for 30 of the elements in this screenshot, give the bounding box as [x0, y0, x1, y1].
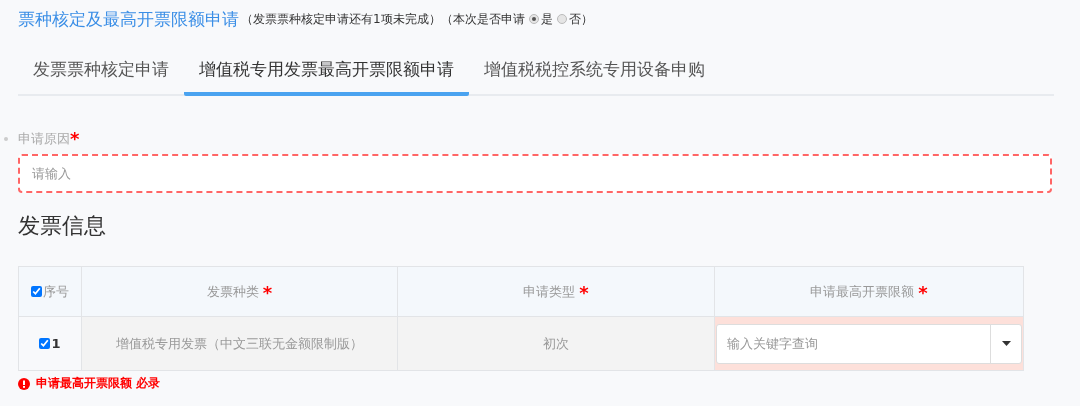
table-header: 序号 — [18, 266, 82, 317]
tab[interactable]: 增值税税控系统专用设备申购 — [469, 44, 720, 96]
caret-icon — [1001, 341, 1011, 346]
required-mark: * — [579, 281, 589, 303]
tab[interactable]: 发票票种核定申请 — [18, 44, 184, 96]
table-cell: 增值税专用发票（中文三联无金额限制版） — [81, 316, 398, 371]
table-cell: 初次 — [397, 316, 715, 371]
required-mark: * — [70, 134, 80, 144]
required-mark: * — [918, 281, 928, 303]
reason-field[interactable]: 请输入 — [18, 154, 1052, 193]
radio-option[interactable]: 是 — [528, 10, 553, 28]
bullet-icon — [4, 137, 8, 141]
question-label: 本次是否申请 — [452, 10, 525, 28]
tab[interactable]: 增值税专用发票最高开票限额申请 — [184, 44, 469, 96]
error-message: 申请最高开票限额 必录 — [36, 375, 161, 392]
section-title: 发票信息 — [18, 212, 107, 240]
column-label: 申请类型 — [523, 283, 576, 299]
page-title: 票种核定及最高开票限额申请 — [18, 7, 239, 31]
checkbox[interactable] — [31, 285, 42, 297]
required-mark: * — [262, 281, 273, 303]
radio-option[interactable]: 否 — [556, 10, 581, 28]
field-label: 申请原因 — [18, 130, 70, 148]
checkbox[interactable] — [39, 338, 51, 349]
column-label: 申请最高开票限额 — [810, 283, 915, 299]
status-note: （发票票种核定申请还有1项未完成）（ — [241, 10, 453, 28]
table-cell: 1 — [18, 316, 82, 371]
close-paren: ） — [580, 10, 593, 28]
search-combo[interactable]: 输入关键字查询 — [716, 323, 1022, 364]
error-icon — [18, 377, 30, 390]
column-label: 发票种类 — [206, 283, 259, 299]
